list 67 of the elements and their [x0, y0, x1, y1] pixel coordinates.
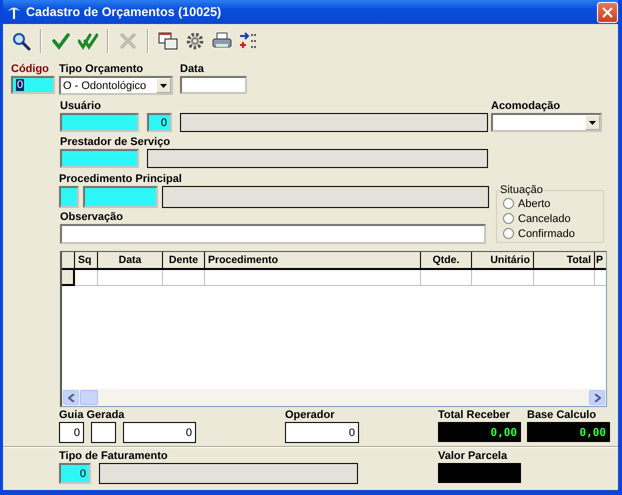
table-header	[62, 252, 75, 270]
type-dropdown[interactable]: O - Odontológico	[59, 76, 173, 95]
column-header[interactable]: Dente	[163, 252, 205, 270]
field-label: Base Calculo	[527, 409, 598, 422]
field-label: Observação	[60, 211, 124, 224]
field-label: Valor Parcela	[438, 450, 508, 463]
column-header[interactable]: P	[595, 252, 606, 270]
radio-option[interactable]: Confirmado	[503, 226, 603, 241]
table-cell[interactable]	[163, 270, 205, 286]
field-label: Operador	[285, 409, 336, 422]
input-field[interactable]: 0	[59, 463, 91, 484]
field-label: Guia Gerada	[59, 409, 126, 422]
base-display: 0,00	[527, 422, 610, 442]
accommodation-dropdown[interactable]	[491, 113, 602, 132]
table-cell[interactable]	[472, 270, 534, 286]
radio-button[interactable]	[503, 213, 514, 224]
scroll-right-button[interactable]	[589, 390, 605, 405]
table-cell[interactable]	[75, 270, 98, 286]
field-label: Procedimento Principal	[59, 173, 183, 186]
radio-option[interactable]: Cancelado	[503, 211, 603, 226]
gear-icon	[185, 31, 205, 51]
horizontal-scrollbar[interactable]	[62, 389, 606, 406]
input-field[interactable]: 0	[59, 422, 84, 443]
notes-field[interactable]	[60, 224, 486, 244]
radio-button[interactable]	[503, 228, 514, 239]
field-label: Data	[180, 63, 205, 76]
table-cell[interactable]	[421, 270, 472, 286]
scroll-left-button[interactable]	[63, 390, 79, 405]
table-cell[interactable]	[98, 270, 163, 286]
column-header[interactable]: Qtde.	[421, 252, 472, 270]
double-check-icon	[78, 31, 98, 51]
date-field[interactable]	[180, 76, 247, 94]
close-icon	[602, 6, 613, 18]
code-field[interactable]: 0	[11, 76, 55, 94]
check-icon	[51, 31, 71, 51]
field-label: Tipo de Faturamento	[59, 450, 169, 463]
column-header[interactable]: Unitário	[472, 252, 534, 270]
operator-field[interactable]: 0	[285, 422, 359, 443]
field-label: Total Receber	[438, 409, 511, 422]
input-field[interactable]: 0	[147, 113, 172, 132]
scroll-thumb[interactable]	[80, 390, 98, 405]
field-label: Acomodação	[491, 100, 562, 113]
row-indicator	[62, 270, 75, 286]
caret-icon	[589, 120, 596, 124]
field-label: Prestador de Serviço	[60, 136, 172, 149]
caret-icon	[160, 84, 167, 88]
window-title: Cadastro de Orçamentos (10025)	[26, 5, 222, 19]
column-header[interactable]: Sq	[75, 252, 98, 270]
input-field[interactable]: 0	[123, 422, 196, 443]
windows-icon	[158, 31, 178, 51]
column-header[interactable]: Total	[534, 252, 595, 270]
group-title: Situação	[500, 185, 543, 196]
total-display: 0,00	[438, 422, 521, 442]
radio-option[interactable]: Aberto	[503, 196, 603, 211]
field-label: Tipo Orçamento	[59, 63, 144, 76]
radio-button[interactable]	[503, 198, 514, 209]
input-field[interactable]	[91, 422, 116, 443]
field-label: Usuário	[60, 100, 102, 113]
column-header[interactable]: Data	[98, 252, 163, 270]
close-icon	[118, 31, 138, 51]
table-cell[interactable]	[205, 270, 421, 286]
transfer-icon	[239, 31, 259, 51]
field-label: Código	[11, 63, 50, 76]
close-button[interactable]	[597, 2, 618, 22]
column-header[interactable]: Procedimento	[205, 252, 421, 270]
search-icon	[11, 31, 31, 51]
table-cell[interactable]	[534, 270, 595, 286]
